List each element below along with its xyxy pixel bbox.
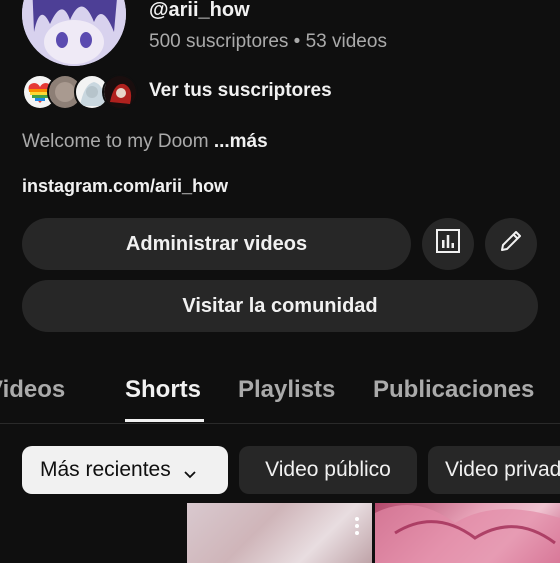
thumbnail-image [375,505,560,563]
filter-chip-public[interactable]: Video público [239,446,417,494]
subscriber-avatars [22,72,142,112]
channel-description[interactable]: Welcome to my Doom ...más [22,131,268,153]
chip-label: Video público [265,458,391,481]
tab-videos[interactable]: Videos [0,376,65,404]
subscriber-avatar [102,74,138,110]
short-thumbnail[interactable] [187,503,372,563]
manage-videos-button[interactable]: Administrar videos [22,218,411,270]
analytics-button[interactable] [422,218,474,270]
tab-shorts[interactable]: Shorts [125,376,201,404]
pencil-icon [498,228,524,260]
view-subscribers-label[interactable]: Ver tus suscriptores [149,80,332,102]
channel-tabs: Videos Shorts Playlists Publicaciones [0,368,560,424]
description-text: Welcome to my Doom [22,131,209,152]
channel-avatar[interactable] [22,0,126,66]
chip-label: Video privado [445,458,560,481]
edit-channel-button[interactable] [485,218,537,270]
filter-chip-private[interactable]: Video privado [428,446,560,494]
view-subscribers-row[interactable]: Ver tus suscriptores [22,72,542,112]
short-thumbnail[interactable] [0,503,184,563]
tab-publicaciones[interactable]: Publicaciones [373,376,534,404]
visit-community-button[interactable]: Visitar la comunidad [22,280,538,332]
channel-handle: @arii_how [149,0,250,21]
channel-stats: 500 suscriptores • 53 videos [149,31,387,52]
tab-playlists[interactable]: Playlists [238,376,335,404]
channel-link[interactable]: instagram.com/arii_how [22,176,228,197]
sort-chip-recent[interactable]: Más recientes [22,446,228,494]
active-tab-indicator [125,419,204,422]
more-options-icon[interactable] [354,517,360,537]
analytics-icon [435,228,461,260]
chevron-down-icon [183,463,197,479]
short-thumbnail[interactable] [375,503,560,563]
chip-label: Más recientes [40,458,171,481]
description-more-link[interactable]: ...más [214,131,268,152]
tabs-divider [0,423,560,424]
